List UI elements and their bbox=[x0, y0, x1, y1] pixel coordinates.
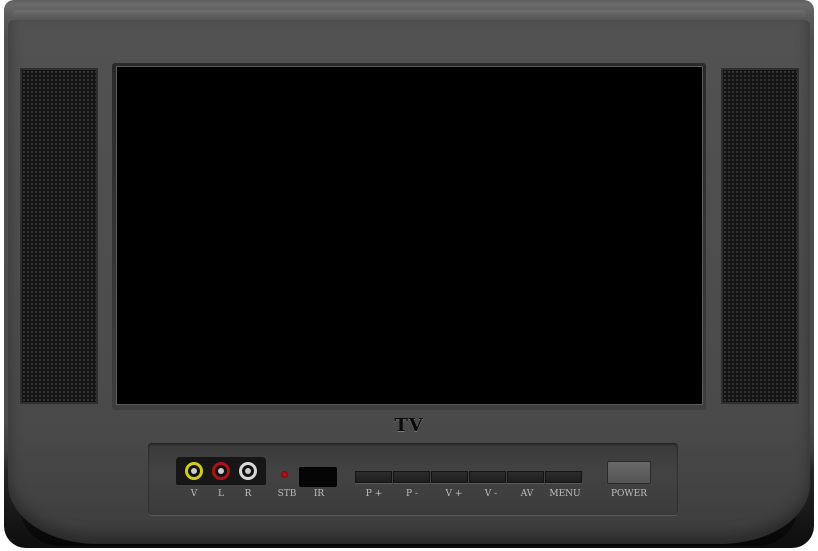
power-label: POWER bbox=[610, 489, 648, 499]
video-jack-label: V bbox=[190, 489, 198, 499]
program-up-label: P + bbox=[365, 489, 383, 499]
audio-right-jack[interactable] bbox=[239, 462, 257, 480]
right-speaker-grille bbox=[721, 68, 799, 404]
ir-label: IR bbox=[313, 489, 325, 499]
menu-label: MENU bbox=[549, 489, 581, 499]
power-button[interactable] bbox=[607, 461, 651, 484]
volume-up-label: V + bbox=[445, 489, 463, 499]
program-down-label: P - bbox=[406, 489, 418, 499]
standby-label: STB bbox=[277, 489, 297, 499]
left-speaker-grille bbox=[20, 68, 98, 404]
ir-sensor bbox=[299, 467, 337, 487]
tv-logo: TV bbox=[394, 415, 424, 436]
television: TV V L R STB IR P + P - V + V - AV MENU … bbox=[0, 0, 818, 551]
tv-top-rim bbox=[12, 10, 806, 20]
program-down-button[interactable] bbox=[393, 471, 430, 483]
audio-left-jack[interactable] bbox=[212, 462, 230, 480]
program-up-button[interactable] bbox=[355, 471, 392, 483]
audio-right-jack-label: R bbox=[244, 489, 252, 499]
volume-down-button[interactable] bbox=[469, 471, 506, 483]
tv-screen bbox=[116, 66, 703, 405]
audio-left-jack-label: L bbox=[218, 489, 224, 499]
menu-button[interactable] bbox=[545, 471, 582, 483]
video-jack[interactable] bbox=[185, 462, 203, 480]
standby-led bbox=[281, 471, 288, 478]
volume-down-label: V - bbox=[484, 489, 498, 499]
av-label: AV bbox=[520, 489, 534, 499]
av-button[interactable] bbox=[507, 471, 544, 483]
volume-up-button[interactable] bbox=[431, 471, 468, 483]
